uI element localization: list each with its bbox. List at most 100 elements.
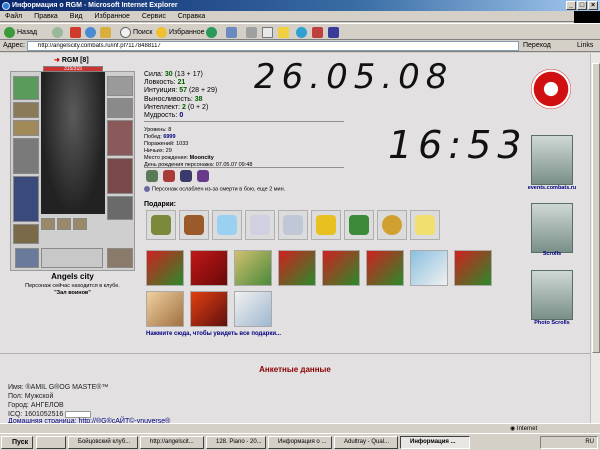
helmet-slot[interactable] xyxy=(13,76,39,100)
boots-slot[interactable] xyxy=(107,196,133,220)
taskbar-item-active[interactable]: Информация ... xyxy=(400,436,470,449)
home-icon xyxy=(100,26,111,38)
armor-slot[interactable] xyxy=(13,176,39,222)
clan-name: Angels city xyxy=(51,272,94,281)
forward-button[interactable] xyxy=(52,26,65,39)
scrolls-banner-icon[interactable] xyxy=(531,203,573,253)
earrings-slot[interactable] xyxy=(13,102,39,118)
ring1-slot[interactable] xyxy=(41,218,55,230)
extra-button[interactable] xyxy=(328,26,341,39)
go-button[interactable]: Переход xyxy=(523,41,551,51)
history-button[interactable] xyxy=(206,26,219,39)
maximize-button[interactable]: □ xyxy=(577,1,587,10)
ring2-slot[interactable] xyxy=(57,218,71,230)
menu-favorites[interactable]: Избранное xyxy=(89,13,134,20)
gift-item[interactable] xyxy=(146,250,184,286)
minimize-button[interactable]: _ xyxy=(566,1,576,10)
amulet-slot[interactable] xyxy=(13,120,39,136)
gift-item[interactable] xyxy=(190,250,228,286)
weapon-slot[interactable] xyxy=(13,138,39,174)
favorites-button[interactable]: Избранное xyxy=(156,26,204,39)
taskbar-item[interactable]: Adultray - Qual... xyxy=(334,436,398,449)
shield-slot[interactable] xyxy=(107,120,133,156)
gift-item[interactable] xyxy=(344,210,374,240)
menu-help[interactable]: Справка xyxy=(173,13,210,20)
gloves-slot[interactable] xyxy=(107,98,133,118)
extra-slot[interactable] xyxy=(107,248,133,268)
combats-logo-icon[interactable] xyxy=(531,69,571,109)
gift-item[interactable] xyxy=(278,210,308,240)
all-gifts-link[interactable]: Нажмите сюда, чтобы увидеть все подарки.… xyxy=(146,331,281,337)
menu-tools[interactable]: Сервис xyxy=(137,13,171,20)
close-button[interactable]: × xyxy=(588,1,598,10)
refresh-button[interactable] xyxy=(85,26,98,39)
gift-item[interactable] xyxy=(410,250,448,286)
gift-item[interactable] xyxy=(190,291,228,327)
system-tray[interactable]: RU xyxy=(540,436,598,449)
edit-button[interactable] xyxy=(262,26,275,39)
gift-item[interactable] xyxy=(179,210,209,240)
vertical-scrollbar[interactable] xyxy=(590,53,600,433)
gift-item[interactable] xyxy=(322,250,360,286)
stop-button[interactable] xyxy=(70,26,83,39)
taskbar-item[interactable]: http://angelscit... xyxy=(140,436,204,449)
gift-item[interactable] xyxy=(410,210,440,240)
quick-launch[interactable] xyxy=(36,436,66,449)
taskbar-item[interactable]: 128. Piano - 20... xyxy=(206,436,266,449)
birthplace-text: Место рождения: Mooncity xyxy=(144,155,214,161)
menu-file[interactable]: Файл xyxy=(0,13,27,20)
gifts-label: Подарки: xyxy=(144,201,176,208)
url-input[interactable] xyxy=(27,41,519,51)
search-button[interactable]: Поиск xyxy=(120,26,152,39)
discuss-button[interactable] xyxy=(312,26,325,39)
character-room: "Зал воинов" xyxy=(54,290,91,296)
gift-item[interactable] xyxy=(311,210,341,240)
belt-slot[interactable] xyxy=(13,224,39,244)
profile-details: Имя: ®AMIL G®OG MASTE®™ Пол: Мужской Гор… xyxy=(8,383,108,419)
back-button[interactable]: Назад xyxy=(4,26,37,39)
skull-icon xyxy=(144,186,150,192)
gift-item[interactable] xyxy=(278,250,316,286)
scroll-slot[interactable] xyxy=(15,248,39,268)
gift-item[interactable] xyxy=(377,210,407,240)
effect2-icon[interactable] xyxy=(163,170,175,182)
effect4-icon[interactable] xyxy=(197,170,209,182)
print-button[interactable] xyxy=(246,26,259,39)
refresh-icon xyxy=(85,26,96,38)
gift-item[interactable] xyxy=(366,250,404,286)
scrolls-link[interactable]: Scrolls xyxy=(517,251,587,257)
section-divider xyxy=(0,353,590,354)
taskbar-item[interactable]: Бойцовский клуб... xyxy=(68,436,138,449)
links-button[interactable]: Links xyxy=(577,41,593,51)
back-arrow-icon xyxy=(4,26,15,38)
menu-view[interactable]: Вид xyxy=(65,13,88,20)
status-bar: ◉ Internet xyxy=(0,423,600,433)
gift-item[interactable] xyxy=(212,210,242,240)
gift-item[interactable] xyxy=(146,291,184,327)
gift-item[interactable] xyxy=(245,210,275,240)
losses-text: Поражений: 1033 xyxy=(144,141,189,147)
gift-item[interactable] xyxy=(234,250,272,286)
effect1-icon[interactable] xyxy=(146,170,158,182)
events-link[interactable]: events.combats.ru xyxy=(517,185,587,191)
taskbar: Пуск Бойцовский клуб... http://angelscit… xyxy=(0,433,600,450)
start-button[interactable]: Пуск xyxy=(1,436,33,449)
bracers-slot[interactable] xyxy=(107,76,133,96)
legs-slot[interactable] xyxy=(107,158,133,194)
ring3-slot[interactable] xyxy=(73,218,87,230)
home-button[interactable] xyxy=(100,26,113,39)
scrollbar-thumb[interactable] xyxy=(592,63,600,353)
window-title-bar[interactable]: Информация о RGM - Microsoft Internet Ex… xyxy=(0,0,600,11)
events-banner-icon[interactable] xyxy=(531,135,573,185)
gift-item[interactable] xyxy=(454,250,492,286)
gift-item[interactable] xyxy=(146,210,176,240)
gift-item[interactable] xyxy=(234,291,272,327)
photo-scrolls-banner-icon[interactable] xyxy=(531,270,573,320)
photo-scrolls-link[interactable]: Photo Scrolls xyxy=(517,320,587,326)
taskbar-item[interactable]: Информация о ... xyxy=(268,436,332,449)
effect3-icon[interactable] xyxy=(180,170,192,182)
menu-edit[interactable]: Правка xyxy=(29,13,63,20)
mail-button[interactable] xyxy=(226,26,239,39)
research-button[interactable] xyxy=(296,26,309,39)
messenger-button[interactable] xyxy=(278,26,291,39)
